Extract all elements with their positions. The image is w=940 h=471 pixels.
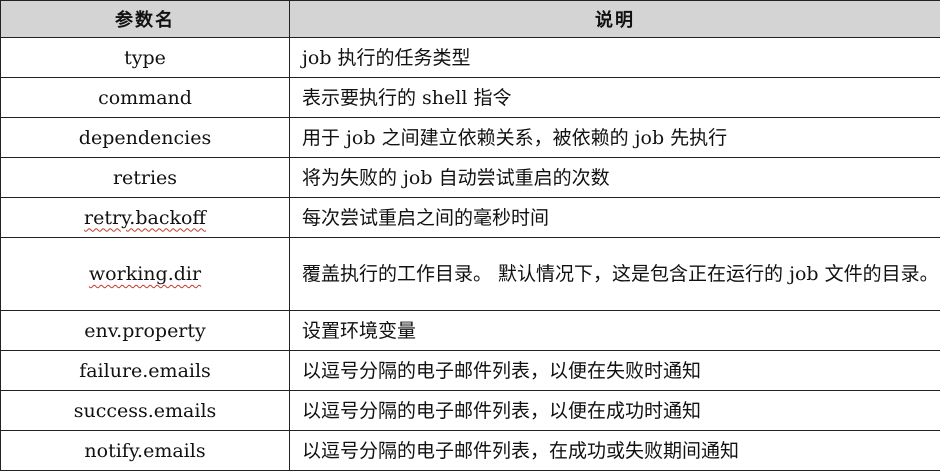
param-name-text: retry.backoff bbox=[84, 207, 206, 229]
table-row: command 表示要执行的 shell 指令 bbox=[1, 78, 940, 118]
param-name: success.emails bbox=[1, 391, 290, 431]
param-name: failure.emails bbox=[1, 351, 290, 391]
param-name: dependencies bbox=[1, 118, 290, 158]
header-param-name: 参数名 bbox=[1, 1, 290, 38]
param-name: retry.backoff bbox=[1, 198, 290, 238]
param-description: 以逗号分隔的电子邮件列表，以便在成功时通知 bbox=[290, 391, 940, 431]
table-row: env.property 设置环境变量 bbox=[1, 311, 940, 351]
table-row: dependencies 用于 job 之间建立依赖关系，被依赖的 job 先执… bbox=[1, 118, 940, 158]
param-description: 覆盖执行的工作目录。 默认情况下，这是包含正在运行的 job 文件的目录。 bbox=[290, 238, 940, 311]
param-name: env.property bbox=[1, 311, 290, 351]
param-name: command bbox=[1, 78, 290, 118]
param-name: retries bbox=[1, 158, 290, 198]
parameter-table: 参数名 说明 type job 执行的任务类型 command 表示要执行的 s… bbox=[0, 0, 940, 471]
table-row: type job 执行的任务类型 bbox=[1, 38, 940, 78]
table-row: working.dir 覆盖执行的工作目录。 默认情况下，这是包含正在运行的 j… bbox=[1, 238, 940, 311]
param-name-text: working.dir bbox=[89, 263, 201, 285]
param-description: 表示要执行的 shell 指令 bbox=[290, 78, 940, 118]
param-name: working.dir bbox=[1, 238, 290, 311]
param-description: job 执行的任务类型 bbox=[290, 38, 940, 78]
param-description: 设置环境变量 bbox=[290, 311, 940, 351]
param-description: 以逗号分隔的电子邮件列表，在成功或失败期间通知 bbox=[290, 431, 940, 471]
header-description: 说明 bbox=[290, 1, 940, 38]
table-header-row: 参数名 说明 bbox=[1, 1, 940, 38]
table-row: retry.backoff 每次尝试重启之间的毫秒时间 bbox=[1, 198, 940, 238]
param-name: type bbox=[1, 38, 290, 78]
param-description: 以逗号分隔的电子邮件列表，以便在失败时通知 bbox=[290, 351, 940, 391]
table-row: failure.emails 以逗号分隔的电子邮件列表，以便在失败时通知 bbox=[1, 351, 940, 391]
param-name: notify.emails bbox=[1, 431, 290, 471]
table-row: notify.emails 以逗号分隔的电子邮件列表，在成功或失败期间通知 bbox=[1, 431, 940, 471]
param-description: 将为失败的 job 自动尝试重启的次数 bbox=[290, 158, 940, 198]
table-row: success.emails 以逗号分隔的电子邮件列表，以便在成功时通知 bbox=[1, 391, 940, 431]
param-description: 用于 job 之间建立依赖关系，被依赖的 job 先执行 bbox=[290, 118, 940, 158]
param-description: 每次尝试重启之间的毫秒时间 bbox=[290, 198, 940, 238]
table-row: retries 将为失败的 job 自动尝试重启的次数 bbox=[1, 158, 940, 198]
